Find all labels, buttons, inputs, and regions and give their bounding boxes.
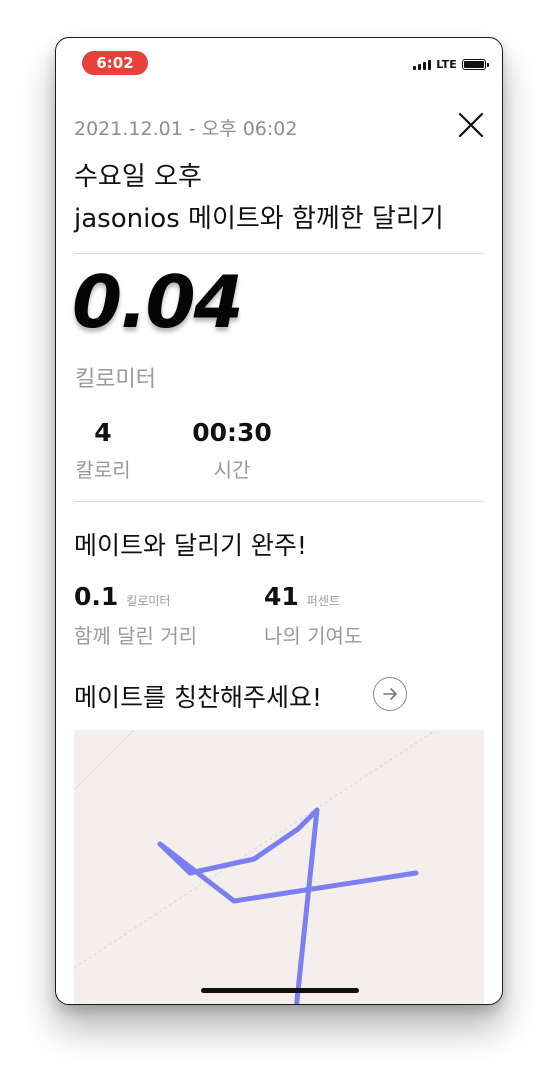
status-time-pill: 6:02 bbox=[82, 51, 148, 75]
run-title-line1: 수요일 오후 bbox=[74, 162, 202, 192]
together-distance-unit: 킬로미터 bbox=[126, 594, 171, 608]
contribution-unit: 퍼센트 bbox=[306, 594, 340, 608]
map-road-dashed bbox=[74, 730, 437, 969]
home-indicator[interactable] bbox=[201, 988, 359, 993]
together-distance: 0.1 킬로미터 bbox=[74, 582, 170, 611]
divider-middle bbox=[74, 501, 484, 502]
time-value: 00:30 bbox=[192, 418, 272, 447]
calories-value: 4 bbox=[94, 418, 112, 447]
close-icon bbox=[458, 112, 484, 138]
mate-complete-heading: 메이트와 달리기 완주! bbox=[74, 531, 307, 560]
status-indicators: LTE bbox=[413, 57, 489, 71]
close-button[interactable] bbox=[457, 111, 485, 139]
distance-unit: 킬로미터 bbox=[75, 367, 156, 392]
screen: 6:02 LTE 2021.12.01 - 오후 06:02 수요일 오후 ja… bbox=[0, 0, 558, 1078]
signal-icon bbox=[413, 59, 432, 70]
praise-heading: 메이트를 칭찬해주세요! bbox=[74, 683, 322, 712]
status-time: 6:02 bbox=[96, 54, 134, 72]
together-distance-value: 0.1 bbox=[74, 582, 119, 611]
phone-frame: 6:02 LTE 2021.12.01 - 오후 06:02 수요일 오후 ja… bbox=[55, 37, 503, 1005]
route-map-canvas bbox=[74, 730, 437, 1004]
together-distance-label: 함께 달린 거리 bbox=[74, 624, 198, 648]
contribution-label: 나의 기여도 bbox=[264, 624, 363, 648]
praise-arrow-button[interactable] bbox=[373, 677, 407, 711]
calories-label: 칼로리 bbox=[75, 458, 131, 482]
network-label: LTE bbox=[436, 57, 457, 71]
contribution-value: 41 bbox=[264, 582, 299, 611]
time-label: 시간 bbox=[213, 458, 251, 482]
run-title-line2: jasonios 메이트와 함께한 달리기 bbox=[74, 204, 444, 234]
divider-top bbox=[74, 253, 484, 254]
route-map[interactable] bbox=[74, 730, 484, 1004]
distance-value: 0.04 bbox=[72, 260, 244, 344]
contribution: 41 퍼센트 bbox=[264, 582, 340, 611]
run-date: 2021.12.01 - 오후 06:02 bbox=[74, 118, 298, 140]
map-road-line bbox=[74, 730, 135, 791]
arrow-right-icon bbox=[383, 688, 397, 700]
battery-icon bbox=[462, 58, 489, 70]
route-path bbox=[157, 807, 419, 1004]
